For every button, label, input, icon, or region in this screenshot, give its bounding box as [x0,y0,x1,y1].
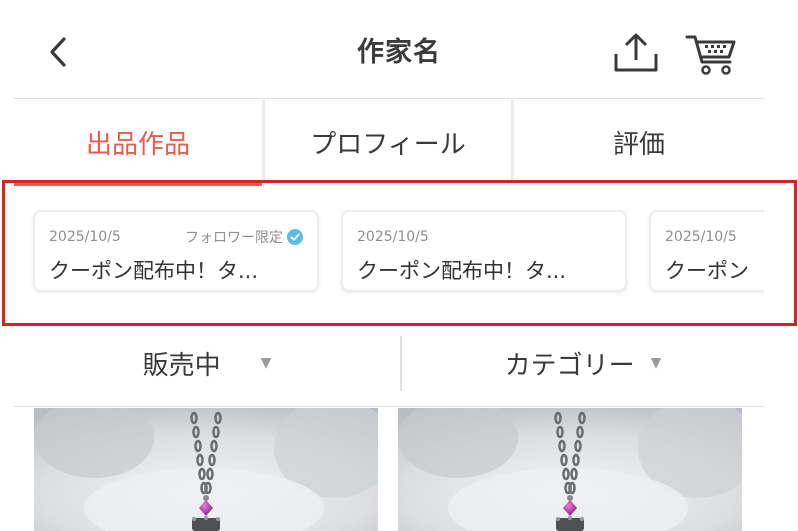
tab-label: 評価 [612,129,665,160]
highlight-frame [2,180,797,326]
tab-profile[interactable]: プロフィール [265,100,511,184]
filter-divider [14,406,764,407]
page-title: 作家名 [357,37,441,68]
back-button[interactable] [36,30,80,74]
status-filter-dropdown[interactable]: 販売中 ▼ [14,336,400,390]
tab-label: 出品作品 [85,129,190,160]
tab-works[interactable]: 出品作品 [14,100,262,184]
share-icon [614,33,658,72]
dropdown-triangle-icon: ▼ [650,355,662,371]
category-filter-dropdown[interactable]: カテゴリー ▼ [402,336,764,390]
product-image[interactable] [34,408,378,531]
cart-icon [685,35,736,75]
cart-button[interactable] [684,28,740,78]
dropdown-triangle-icon: ▼ [260,355,272,371]
filter-label: カテゴリー [504,350,635,381]
necklace-photo [398,408,742,531]
header-divider [14,98,764,99]
tab-reviews[interactable]: 評価 [514,100,764,184]
product-image[interactable] [398,408,742,531]
chevron-left-icon [50,37,66,67]
tab-label: プロフィール [310,129,466,160]
necklace-photo [34,408,378,531]
filter-label: 販売中 [142,350,221,381]
share-button[interactable] [608,28,664,78]
